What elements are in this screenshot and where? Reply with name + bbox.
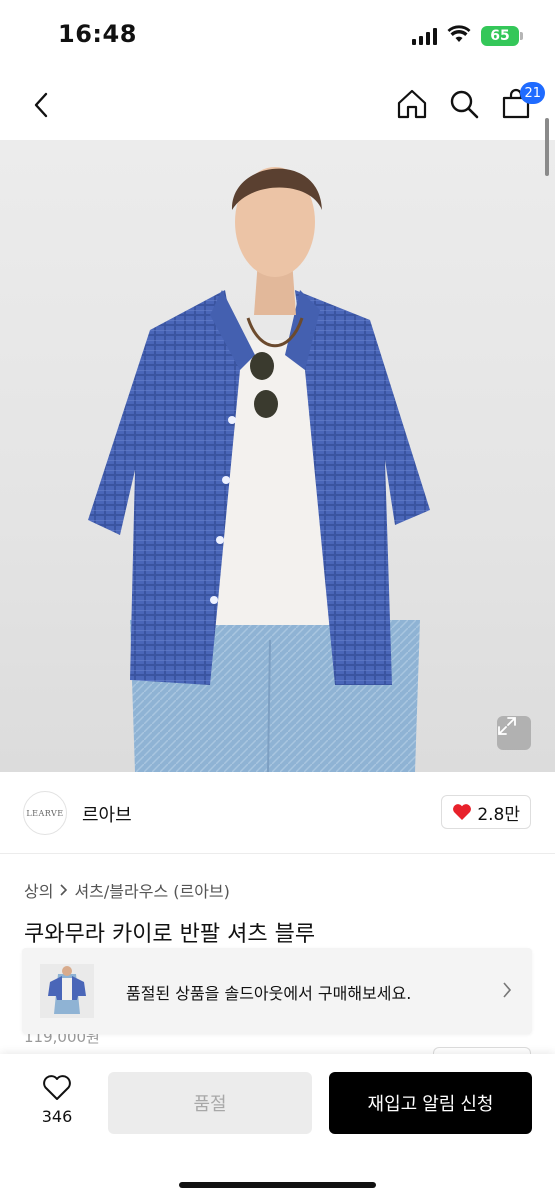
home-icon: [397, 89, 427, 119]
scrollbar[interactable]: [545, 118, 549, 176]
cart-button[interactable]: 21: [499, 82, 545, 122]
status-time: 16:48: [58, 20, 137, 48]
nav-actions: 21: [395, 82, 545, 122]
search-button[interactable]: [447, 86, 481, 122]
back-chevron-icon: [34, 92, 48, 118]
brand-like-count: 2.8만: [477, 804, 520, 825]
heart-outline-icon: [43, 1075, 71, 1100]
product-photo: [88, 167, 430, 772]
breadcrumb: 상의 셔츠/블라우스 (르아브): [24, 878, 230, 902]
product-image[interactable]: [0, 140, 555, 772]
chevron-right-icon: [60, 884, 68, 896]
signal-icon: [412, 27, 437, 45]
bottom-action-bar: 346 품절 재입고 알림 신청: [0, 1054, 555, 1200]
product-title: 쿠와무라 카이로 반팔 셔츠 블루: [24, 922, 316, 947]
back-button[interactable]: [24, 88, 58, 122]
brand-row[interactable]: LEARVE 르아브 2.8만: [0, 772, 555, 854]
brand-logo[interactable]: LEARVE: [23, 791, 67, 835]
soldout-button[interactable]: 품절: [108, 1072, 312, 1134]
brand-like-button[interactable]: 2.8만: [441, 795, 531, 829]
battery-level: 65: [490, 28, 510, 44]
home-button[interactable]: [395, 86, 429, 122]
heart-filled-icon: [453, 804, 472, 820]
home-indicator[interactable]: [179, 1182, 376, 1188]
brand-name[interactable]: 르아브: [82, 801, 132, 827]
search-icon: [450, 90, 479, 119]
expand-arrows-icon: [498, 717, 516, 735]
wifi-icon: [447, 25, 471, 47]
battery-icon: 65: [481, 26, 523, 46]
status-icons: 65: [412, 25, 523, 47]
breadcrumb-subcategory[interactable]: 셔츠/블라우스 (르아브): [74, 878, 229, 902]
soldout-banner[interactable]: 품절된 상품을 솔드아웃에서 구매해보세요.: [22, 948, 532, 1034]
chevron-right-icon: [503, 982, 512, 998]
expand-image-button[interactable]: [497, 716, 531, 750]
banner-text: 품절된 상품을 솔드아웃에서 구매해보세요.: [126, 984, 412, 1003]
banner-thumbnail: [40, 964, 94, 1018]
status-bar: 16:48 65: [0, 0, 555, 70]
cart-count-badge: 21: [520, 82, 545, 104]
wishlist-button[interactable]: 346: [30, 1074, 84, 1126]
restock-alert-button[interactable]: 재입고 알림 신청: [329, 1072, 532, 1134]
breadcrumb-category[interactable]: 상의: [24, 878, 53, 902]
nav-bar: 21: [0, 70, 555, 140]
wishlist-count: 346: [41, 1107, 73, 1126]
